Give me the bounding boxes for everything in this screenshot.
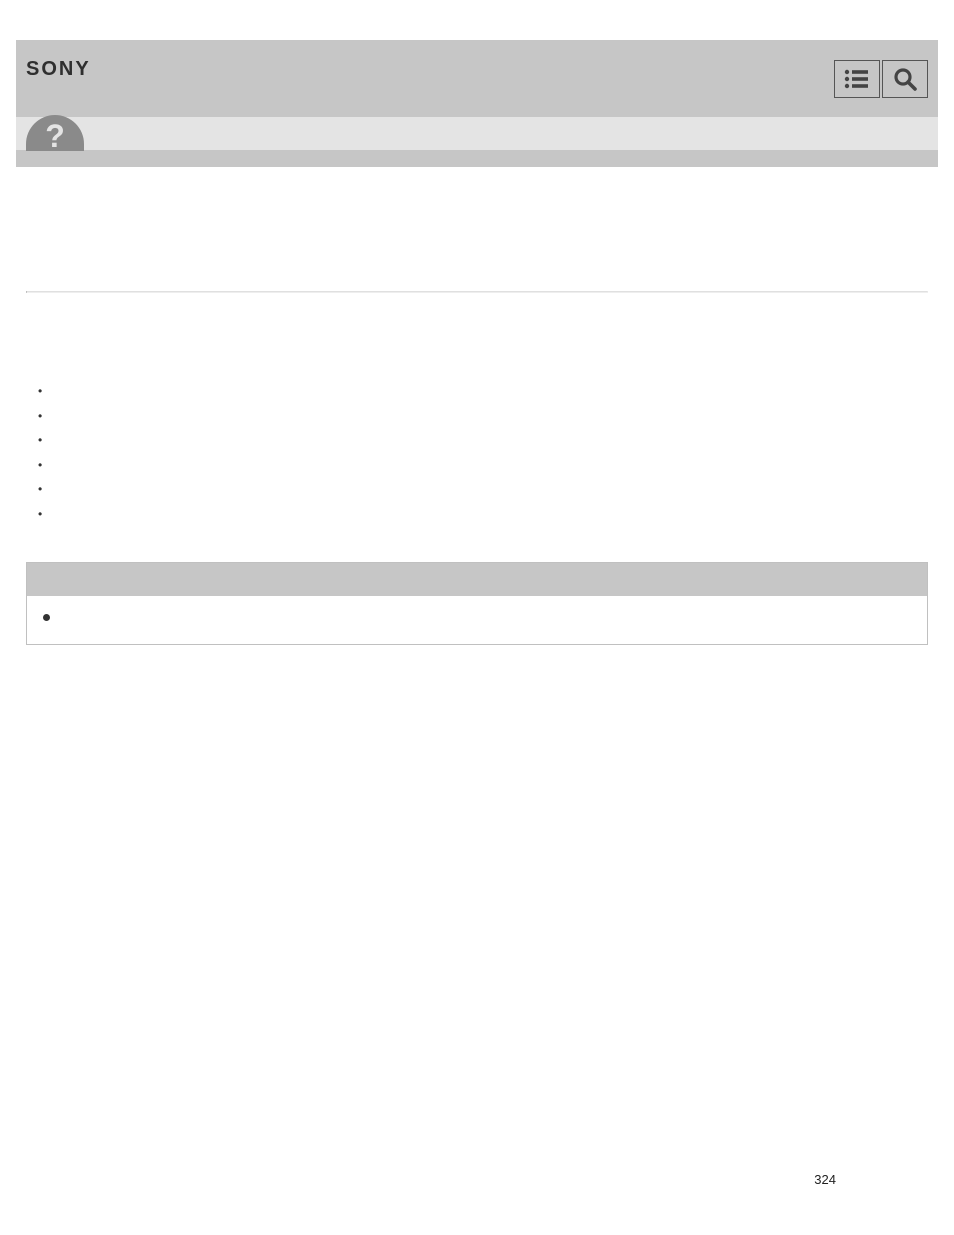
list-item (38, 457, 928, 482)
list-item (38, 481, 928, 506)
note-body (27, 596, 927, 644)
sony-logo: SONY (26, 58, 91, 81)
list-item (38, 506, 928, 531)
search-button[interactable] (882, 60, 928, 98)
sub-header-bar: ? (16, 117, 938, 150)
header-bar: SONY (16, 40, 938, 117)
content-area (16, 167, 938, 645)
menu-button[interactable] (834, 60, 880, 98)
question-mark-icon: ? (45, 120, 65, 151)
note-box (26, 562, 928, 645)
list-item (38, 383, 928, 408)
page-number: 324 (814, 1172, 836, 1187)
list-icon (844, 69, 870, 89)
header-buttons (834, 60, 928, 98)
bullet-list (26, 383, 928, 530)
gray-strip (16, 150, 938, 167)
list-item (38, 408, 928, 433)
search-icon (893, 67, 917, 91)
list-item (38, 432, 928, 457)
help-icon: ? (26, 115, 84, 151)
note-item (43, 610, 911, 626)
note-header (27, 563, 927, 596)
